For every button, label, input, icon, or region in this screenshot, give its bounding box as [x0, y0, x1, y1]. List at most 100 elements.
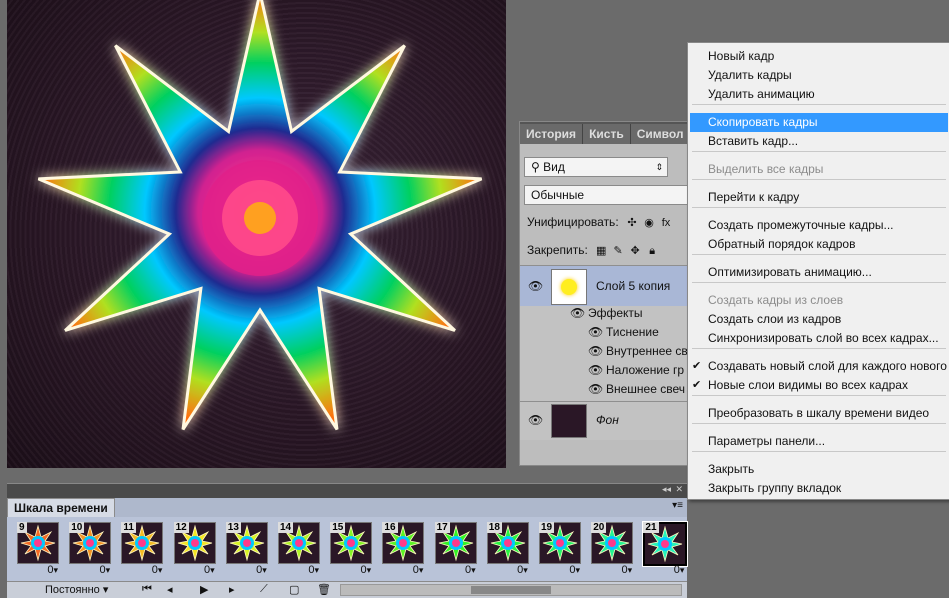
frame-delay[interactable]: 0▾ — [465, 564, 476, 576]
timeline-frame[interactable]: 13 0▾ — [223, 520, 269, 578]
menu-separator — [692, 179, 946, 180]
effect-eye-icon[interactable]: 👁︎ — [588, 363, 603, 377]
menu-item[interactable]: Преобразовать в шкалу времени видео — [688, 404, 949, 423]
menu-item[interactable]: Создать промежуточные кадры... — [688, 216, 949, 235]
timeline-scrollbar[interactable] — [340, 584, 682, 596]
menu-item[interactable]: Перейти к кадру — [688, 188, 949, 207]
timeline-frame[interactable]: 9 0▾ — [14, 520, 60, 578]
menu-item[interactable]: Обратный порядок кадров — [688, 235, 949, 254]
frame-delay[interactable]: 0▾ — [256, 564, 267, 576]
menu-item-label: Новые слои видимы во всех кадрах — [708, 378, 908, 392]
frame-delay[interactable]: 0▾ — [47, 564, 58, 576]
timeline-frame[interactable]: 21 0▾ — [640, 520, 689, 578]
frame-number: 17 — [434, 522, 450, 533]
menu-item[interactable]: Вставить кадр... — [688, 132, 949, 151]
frame-number: 11 — [121, 522, 136, 533]
timeline-frame[interactable]: 14 0▾ — [275, 520, 321, 578]
menu-separator — [692, 395, 946, 396]
tween-icon[interactable]: ⟋ — [260, 583, 268, 596]
frame-delay[interactable]: 0▾ — [622, 564, 633, 576]
layer-row-selected[interactable]: 👁︎ Слой 5 копия — [520, 265, 695, 306]
frame-delay[interactable]: 0▾ — [674, 564, 685, 576]
timeline-frame[interactable]: 19 0▾ — [536, 520, 582, 578]
unify-style-icon[interactable]: fx — [659, 217, 673, 229]
timeline-frame[interactable]: 16 0▾ — [379, 520, 425, 578]
layer-thumbnail — [551, 269, 587, 305]
eye-icon[interactable]: 👁︎ — [528, 413, 543, 427]
filter-kind-select[interactable]: ⚲ Вид ⇕ — [524, 157, 668, 177]
lock-brush-icon[interactable]: ✎ — [611, 244, 625, 257]
timeline-frame[interactable]: 18 0▾ — [484, 520, 530, 578]
menu-separator — [692, 423, 946, 424]
menu-item[interactable]: ✔ Новые слои видимы во всех кадрах — [688, 376, 949, 395]
menu-item[interactable]: Удалить анимацию — [688, 85, 949, 104]
unify-visibility-icon[interactable]: ◉ — [642, 216, 656, 229]
prev-frame-icon[interactable]: ◂ — [167, 583, 173, 596]
blend-mode-select[interactable]: Обычные — [524, 185, 694, 205]
duplicate-frame-icon[interactable]: ▢ — [289, 583, 299, 596]
layer-row[interactable]: 👁︎ Фон — [520, 401, 695, 440]
next-frame-icon[interactable]: ▸ — [229, 583, 235, 596]
timeline-frame[interactable]: 17 0▾ — [432, 520, 478, 578]
effect-item: Тиснение — [606, 325, 659, 339]
trash-icon[interactable]: 🗑︎ — [317, 583, 331, 596]
loop-select[interactable]: Постоянно ▾ — [45, 583, 108, 596]
first-frame-icon[interactable]: ⏮ — [142, 583, 152, 596]
unify-position-icon[interactable]: ✣ — [625, 216, 639, 229]
effect-eye-icon[interactable]: 👁︎ — [588, 325, 603, 339]
menu-item[interactable]: Удалить кадры — [688, 66, 949, 85]
menu-item[interactable]: Закрыть — [688, 460, 949, 479]
panel-menu-icon[interactable]: ▾≡ — [672, 500, 683, 511]
lock-all-icon[interactable]: 🔒︎ — [645, 245, 659, 258]
chevron-down-icon: ▾ — [262, 565, 267, 575]
menu-item[interactable]: Параметры панели... — [688, 432, 949, 451]
timeline-frame[interactable]: 20 0▾ — [588, 520, 634, 578]
menu-item[interactable]: Создать слои из кадров — [688, 310, 949, 329]
timeline-frame[interactable]: 10 0▾ — [66, 520, 112, 578]
tab-history[interactable]: История — [520, 124, 584, 144]
timeline-frame[interactable]: 15 0▾ — [327, 520, 373, 578]
frame-delay[interactable]: 0▾ — [308, 564, 319, 576]
frame-number: 18 — [486, 522, 502, 533]
context-menu: Новый кадр Удалить кадры Удалить анимацию С… — [687, 42, 949, 500]
menu-item-label: Синхронизировать слой во всех кадрах... — [708, 331, 939, 345]
chevron-down-icon: ▾ — [575, 565, 580, 575]
eye-icon[interactable]: 👁︎ — [528, 279, 543, 293]
chevron-down-icon: ▾ — [53, 565, 58, 575]
menu-item[interactable]: ✔ Создавать новый слой для каждого нового… — [688, 357, 949, 376]
menu-item-label: Создать кадры из слоев — [708, 293, 844, 307]
lock-move-icon[interactable]: ✥ — [628, 244, 642, 257]
effects-eye-icon[interactable]: 👁︎ — [570, 306, 585, 320]
frame-delay[interactable]: 0▾ — [569, 564, 580, 576]
frame-delay[interactable]: 0▾ — [413, 564, 424, 576]
tab-timeline[interactable]: Шкала времени — [7, 498, 115, 517]
menu-item[interactable]: Оптимизировать анимацию... — [688, 263, 949, 282]
frame-delay[interactable]: 0▾ — [517, 564, 528, 576]
timeline-frame[interactable]: 12 0▾ — [171, 520, 217, 578]
timeline-panel: ◂◂ ✕ Шкала времени ▾≡ 9 0▾ 10 0▾ 11 0▾ 12 0▾ 13 0… — [7, 483, 689, 598]
lock-label: Закрепить: — [527, 243, 588, 257]
frame-delay[interactable]: 0▾ — [100, 564, 111, 576]
menu-item[interactable]: Новый кадр — [688, 47, 949, 66]
timeline-frame[interactable]: 11 0▾ — [118, 520, 164, 578]
menu-item[interactable]: Закрыть группу вкладок — [688, 479, 949, 498]
unify-label: Унифицировать: — [527, 215, 619, 229]
effect-eye-icon[interactable]: 👁︎ — [588, 382, 603, 396]
frame-delay[interactable]: 0▾ — [361, 564, 372, 576]
close-panel-icon[interactable]: ✕ — [675, 484, 683, 495]
effect-eye-icon[interactable]: 👁︎ — [588, 344, 603, 358]
frame-delay[interactable]: 0▾ — [152, 564, 163, 576]
document-canvas[interactable] — [7, 0, 506, 468]
tab-character[interactable]: Символ — [630, 124, 691, 144]
play-icon[interactable]: ▶ — [200, 583, 208, 596]
chevron-down-icon: ▾ — [210, 565, 215, 575]
frame-number: 9 — [17, 522, 27, 533]
lock-transparent-icon[interactable]: ▦ — [594, 244, 608, 257]
collapse-icon[interactable]: ◂◂ — [662, 484, 671, 495]
menu-item[interactable]: Синхронизировать слой во всех кадрах... — [688, 329, 949, 348]
frame-delay[interactable]: 0▾ — [204, 564, 215, 576]
menu-separator — [692, 104, 946, 105]
menu-item[interactable]: Скопировать кадры — [690, 113, 948, 132]
tab-brush[interactable]: Кисть — [583, 124, 631, 144]
frame-number: 13 — [225, 522, 241, 533]
